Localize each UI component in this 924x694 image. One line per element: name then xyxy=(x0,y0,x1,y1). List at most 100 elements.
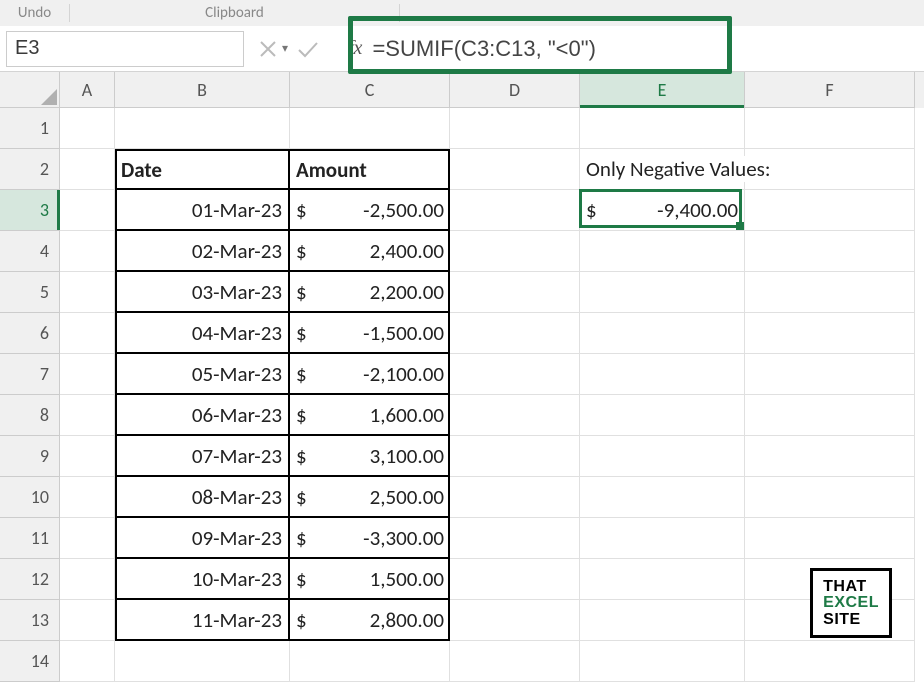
cell-B12[interactable]: 10-Mar-23 xyxy=(115,559,290,600)
row-header-3[interactable]: 3 xyxy=(0,190,60,231)
cell-E1[interactable] xyxy=(580,108,745,149)
cell-F9[interactable] xyxy=(745,436,915,477)
cell-E13[interactable] xyxy=(580,600,745,641)
cell-C13[interactable]: $2,800.00 xyxy=(290,600,450,641)
row-header-7[interactable]: 7 xyxy=(0,354,60,395)
cell-D11[interactable] xyxy=(450,518,580,559)
cell-C3[interactable]: $-2,500.00 xyxy=(290,190,450,231)
row-header-9[interactable]: 9 xyxy=(0,436,60,477)
cell-B14[interactable] xyxy=(115,641,290,682)
cell-C11[interactable]: $-3,300.00 xyxy=(290,518,450,559)
select-all-button[interactable] xyxy=(0,72,60,108)
cell-D7[interactable] xyxy=(450,354,580,395)
cell-B1[interactable] xyxy=(115,108,290,149)
cell-B8[interactable]: 06-Mar-23 xyxy=(115,395,290,436)
row-header-1[interactable]: 1 xyxy=(0,108,60,149)
cell-F6[interactable] xyxy=(745,313,915,354)
cell-E2[interactable]: Only Negative Values: xyxy=(580,149,745,190)
cell-A6[interactable] xyxy=(60,313,115,354)
cell-D9[interactable] xyxy=(450,436,580,477)
cell-A2[interactable] xyxy=(60,149,115,190)
cell-E11[interactable] xyxy=(580,518,745,559)
row-header-8[interactable]: 8 xyxy=(0,395,60,436)
row-header-14[interactable]: 14 xyxy=(0,641,60,682)
row-header-11[interactable]: 11 xyxy=(0,518,60,559)
formula-input[interactable] xyxy=(366,35,924,63)
name-box-dropdown-icon[interactable]: ▾ xyxy=(282,41,288,56)
col-header-E[interactable]: E xyxy=(580,72,745,108)
cell-A11[interactable] xyxy=(60,518,115,559)
cell-B13[interactable]: 11-Mar-23 xyxy=(115,600,290,641)
cell-D8[interactable] xyxy=(450,395,580,436)
row-header-4[interactable]: 4 xyxy=(0,231,60,272)
row-header-6[interactable]: 6 xyxy=(0,313,60,354)
cell-B11[interactable]: 09-Mar-23 xyxy=(115,518,290,559)
cell-A3[interactable] xyxy=(60,190,115,231)
cell-D5[interactable] xyxy=(450,272,580,313)
cell-A8[interactable] xyxy=(60,395,115,436)
cell-A10[interactable] xyxy=(60,477,115,518)
cell-E14[interactable] xyxy=(580,641,745,682)
cell-C1[interactable] xyxy=(290,108,450,149)
cell-A5[interactable] xyxy=(60,272,115,313)
cell-B7[interactable]: 05-Mar-23 xyxy=(115,354,290,395)
col-header-D[interactable]: D xyxy=(450,72,580,108)
cell-B3[interactable]: 01-Mar-23 xyxy=(115,190,290,231)
cell-B9[interactable]: 07-Mar-23 xyxy=(115,436,290,477)
cell-A13[interactable] xyxy=(60,600,115,641)
cell-E10[interactable] xyxy=(580,477,745,518)
row-header-12[interactable]: 12 xyxy=(0,559,60,600)
cell-E9[interactable] xyxy=(580,436,745,477)
cell-C4[interactable]: $2,400.00 xyxy=(290,231,450,272)
row-header-13[interactable]: 13 xyxy=(0,600,60,641)
row-header-10[interactable]: 10 xyxy=(0,477,60,518)
cell-F5[interactable] xyxy=(745,272,915,313)
cell-A1[interactable] xyxy=(60,108,115,149)
cell-B10[interactable]: 08-Mar-23 xyxy=(115,477,290,518)
cell-C9[interactable]: $3,100.00 xyxy=(290,436,450,477)
cell-B5[interactable]: 03-Mar-23 xyxy=(115,272,290,313)
cell-D14[interactable] xyxy=(450,641,580,682)
cell-C2[interactable]: Amount xyxy=(290,149,450,190)
cell-A9[interactable] xyxy=(60,436,115,477)
row-header-5[interactable]: 5 xyxy=(0,272,60,313)
col-header-B[interactable]: B xyxy=(115,72,290,108)
cell-F7[interactable] xyxy=(745,354,915,395)
name-box[interactable]: ▾ xyxy=(6,31,244,67)
cell-C10[interactable]: $2,500.00 xyxy=(290,477,450,518)
cell-F4[interactable] xyxy=(745,231,915,272)
cell-D12[interactable] xyxy=(450,559,580,600)
cell-D4[interactable] xyxy=(450,231,580,272)
cell-E3[interactable]: $-9,400.00 xyxy=(580,190,745,231)
cell-F11[interactable] xyxy=(745,518,915,559)
cell-D6[interactable] xyxy=(450,313,580,354)
cell-B4[interactable]: 02-Mar-23 xyxy=(115,231,290,272)
cell-C6[interactable]: $-1,500.00 xyxy=(290,313,450,354)
cell-B2[interactable]: Date xyxy=(115,149,290,190)
cell-E8[interactable] xyxy=(580,395,745,436)
cell-A7[interactable] xyxy=(60,354,115,395)
cell-F1[interactable] xyxy=(745,108,915,149)
cell-E4[interactable] xyxy=(580,231,745,272)
cell-F10[interactable] xyxy=(745,477,915,518)
cell-D13[interactable] xyxy=(450,600,580,641)
cell-F14[interactable] xyxy=(745,641,915,682)
cell-C8[interactable]: $1,600.00 xyxy=(290,395,450,436)
enter-icon[interactable] xyxy=(296,39,320,59)
cell-A4[interactable] xyxy=(60,231,115,272)
cell-E5[interactable] xyxy=(580,272,745,313)
cell-D3[interactable] xyxy=(450,190,580,231)
cell-E7[interactable] xyxy=(580,354,745,395)
cell-C7[interactable]: $-2,100.00 xyxy=(290,354,450,395)
cell-C5[interactable]: $2,200.00 xyxy=(290,272,450,313)
cell-D1[interactable] xyxy=(450,108,580,149)
cell-B6[interactable]: 04-Mar-23 xyxy=(115,313,290,354)
name-box-input[interactable] xyxy=(7,36,282,61)
col-header-A[interactable]: A xyxy=(60,72,115,108)
cell-F3[interactable] xyxy=(745,190,915,231)
cell-C12[interactable]: $1,500.00 xyxy=(290,559,450,600)
insert-function-icon[interactable]: fx xyxy=(348,37,362,60)
cell-F8[interactable] xyxy=(745,395,915,436)
cell-C14[interactable] xyxy=(290,641,450,682)
cell-grid[interactable]: DateAmount Only Negative Values: 01-Mar-23… xyxy=(60,108,924,694)
